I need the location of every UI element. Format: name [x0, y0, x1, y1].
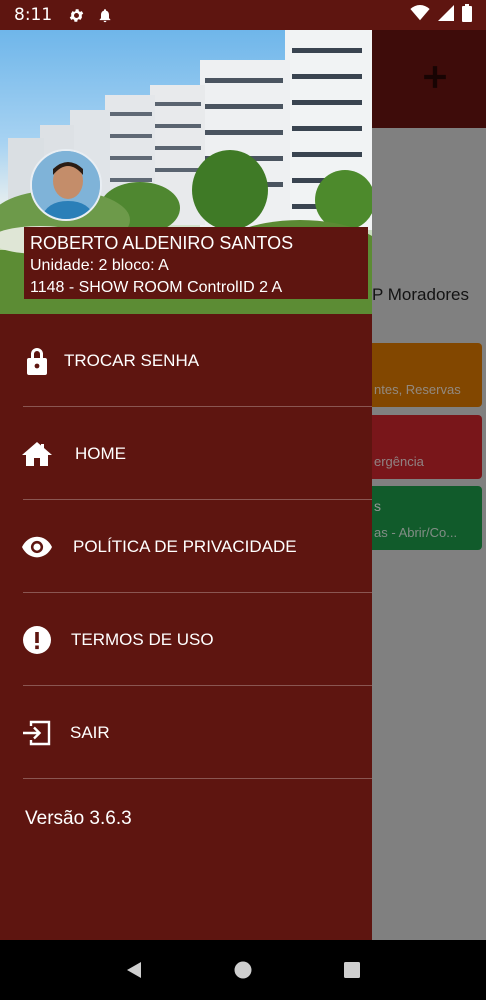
home-button[interactable] [223, 950, 263, 990]
gear-icon [68, 7, 85, 24]
drawer-header: ROBERTO ALDENIRO SANTOS Unidade: 2 bloco… [0, 30, 372, 314]
signal-icon [438, 4, 454, 26]
user-info: ROBERTO ALDENIRO SANTOS Unidade: 2 bloco… [24, 227, 368, 299]
menu-item-change-password[interactable]: TROCAR SENHA [0, 314, 372, 407]
app-version: Versão 3.6.3 [25, 808, 132, 829]
user-unit: Unidade: 2 bloco: A [30, 257, 169, 274]
system-nav-bar [0, 940, 486, 1000]
home-icon [22, 439, 52, 469]
user-condo: 1148 - SHOW ROOM ControlID 2 A [30, 279, 283, 296]
menu-item-label: TERMOS DE USO [71, 629, 214, 649]
avatar[interactable] [30, 149, 102, 221]
status-bar: 8:11 [0, 0, 486, 30]
wifi-icon [410, 4, 430, 26]
menu-item-privacy-policy[interactable]: POLÍTICA DE PRIVACIDADE [0, 500, 372, 593]
eye-icon [22, 532, 52, 562]
navigation-drawer: ROBERTO ALDENIRO SANTOS Unidade: 2 bloco… [0, 30, 372, 940]
home-circle-icon [234, 961, 252, 979]
alert-circle-icon [22, 625, 52, 655]
menu-item-label: TROCAR SENHA [64, 350, 200, 370]
status-time: 8:11 [14, 5, 53, 25]
user-name: ROBERTO ALDENIRO SANTOS [30, 233, 294, 253]
menu-item-home[interactable]: HOME [0, 407, 372, 500]
recents-button[interactable] [332, 950, 372, 990]
menu-item-label: HOME [75, 443, 126, 463]
drawer-menu: TROCAR SENHA HOME POLÍTICA DE PRIVACIDAD… [0, 314, 372, 779]
recents-icon [343, 962, 360, 978]
bell-icon [97, 7, 113, 24]
exit-icon [22, 718, 52, 748]
battery-icon [462, 3, 472, 27]
back-button[interactable] [114, 950, 154, 990]
menu-item-terms[interactable]: TERMOS DE USO [0, 593, 372, 686]
back-icon [127, 962, 142, 978]
divider [23, 778, 372, 779]
menu-item-label: POLÍTICA DE PRIVACIDADE [73, 536, 297, 556]
lock-icon [22, 346, 52, 376]
menu-item-logout[interactable]: SAIR [0, 686, 372, 779]
menu-item-label: SAIR [70, 722, 110, 742]
